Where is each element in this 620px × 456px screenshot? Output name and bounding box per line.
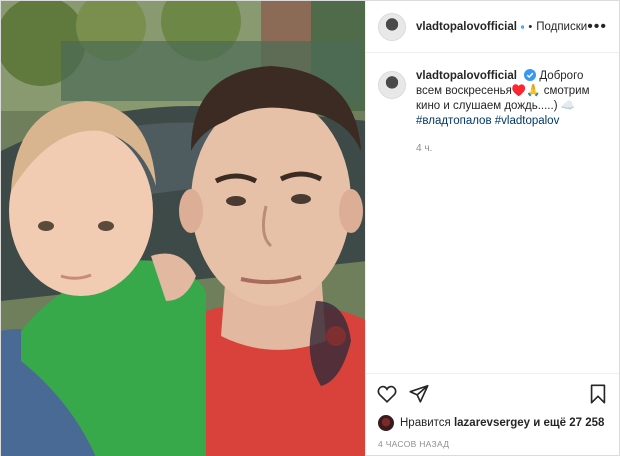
verified-badge-icon bbox=[520, 24, 525, 29]
bookmark-icon[interactable] bbox=[587, 383, 609, 405]
caption-avatar[interactable] bbox=[378, 71, 406, 99]
verified-badge-icon bbox=[524, 69, 537, 81]
caption-timestamp: 4 ч. bbox=[416, 143, 433, 154]
post-header: vladtopalovofficial • Подписки ••• bbox=[366, 1, 619, 53]
share-icon[interactable] bbox=[408, 383, 430, 405]
post-timestamp[interactable]: 4 ЧАСОВ НАЗАД bbox=[366, 433, 619, 456]
more-options-icon[interactable]: ••• bbox=[587, 18, 607, 35]
follow-button[interactable]: Подписки bbox=[536, 21, 587, 33]
separator-dot: • bbox=[528, 20, 533, 33]
caption: vladtopalovofficial Доброго всем воскрес… bbox=[416, 69, 602, 373]
likes-prefix: Нравится bbox=[400, 417, 451, 429]
caption-username[interactable]: vladtopalovofficial bbox=[416, 70, 517, 82]
liker-username[interactable]: lazarevsergey bbox=[454, 417, 530, 429]
selfie-illustration bbox=[1, 1, 365, 456]
likes-count[interactable]: и ещё 27 258 bbox=[533, 417, 604, 429]
liker-avatar[interactable] bbox=[378, 415, 394, 431]
hashtags[interactable]: #владтопалов #vladtopalov bbox=[416, 115, 559, 127]
action-bar bbox=[366, 373, 619, 413]
caption-block: vladtopalovofficial Доброго всем воскрес… bbox=[366, 53, 619, 373]
post-sidebar: vladtopalovofficial • Подписки ••• vladt… bbox=[365, 1, 619, 456]
post-photo[interactable] bbox=[1, 1, 365, 456]
author-username[interactable]: vladtopalovofficial bbox=[416, 21, 517, 33]
heart-icon[interactable] bbox=[376, 383, 398, 405]
author-avatar[interactable] bbox=[378, 12, 406, 41]
instagram-post: vladtopalovofficial • Подписки ••• vladt… bbox=[0, 0, 620, 456]
likes-line: Нравится lazarevsergey и ещё 27 258 bbox=[366, 413, 619, 433]
